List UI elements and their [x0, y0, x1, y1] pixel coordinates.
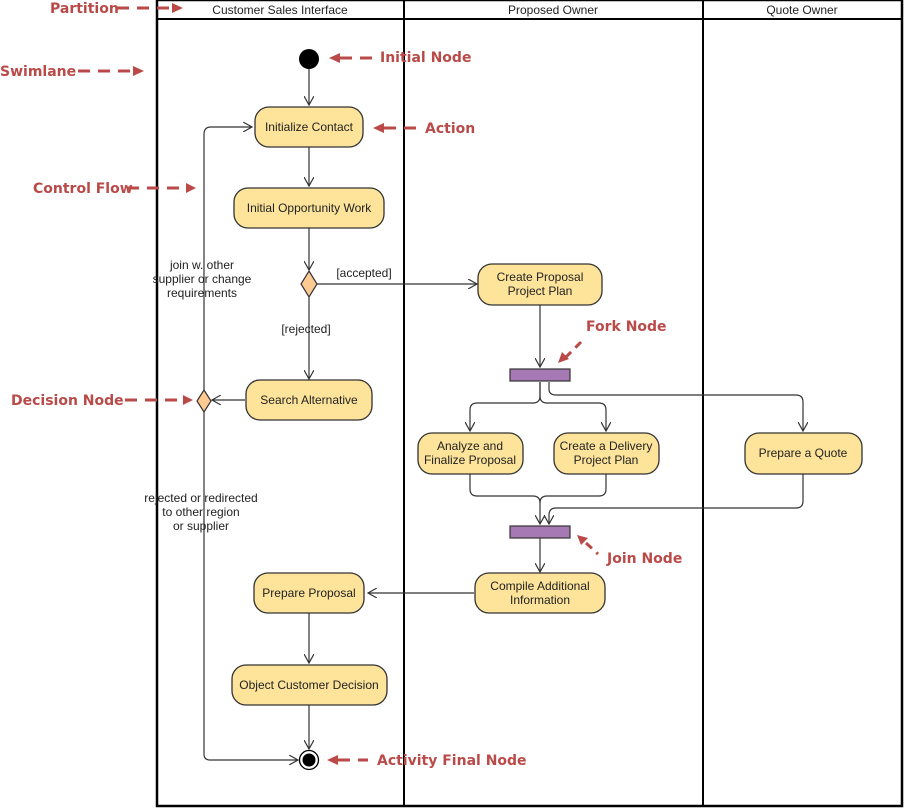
action-object-customer-decision[interactable]: Object Customer Decision	[231, 664, 388, 706]
guard-rejected: [rejected]	[281, 322, 330, 336]
flow-quote-to-join	[549, 474, 804, 524]
annotation-action-label: Action	[425, 121, 475, 137]
activity-final-node[interactable]	[298, 749, 320, 771]
annotation-swimlane: Swimlane	[0, 64, 144, 80]
action-prepare-proposal[interactable]: Prepare Proposal	[253, 572, 365, 614]
annotation-fork-node: Fork Node	[558, 319, 667, 363]
action-label-line2: Project Plan	[508, 284, 573, 298]
activity-diagram: Customer Sales Interface Proposed Owner …	[0, 0, 904, 808]
annotation-swimlane-label: Swimlane	[0, 64, 76, 80]
annotation-arrow-head-icon	[373, 123, 384, 133]
fork-node[interactable]	[509, 368, 571, 382]
partition-title-quote-owner: Quote Owner	[766, 3, 837, 17]
action-label-line2: Finalize Proposal	[424, 453, 516, 467]
action-initial-opportunity-work[interactable]: Initial Opportunity Work	[233, 187, 385, 229]
annotation-activity-final-node-label: Activity Final Node	[377, 753, 527, 769]
action-label: Prepare Proposal	[262, 586, 355, 600]
action-label: Initialize Contact	[265, 120, 354, 134]
annotation-initial-node: Initial Node	[329, 50, 471, 66]
annotation-join-node-label: Join Node	[606, 551, 682, 567]
guard-rejected-redirected-line1: rejected or redirected	[144, 491, 257, 505]
initial-node[interactable]	[299, 49, 319, 69]
guard-accepted: [accepted]	[336, 266, 391, 280]
annotation-control-flow-label: Control Flow	[33, 181, 133, 197]
annotation-arrow-head-icon	[172, 3, 183, 13]
action-create-proposal-plan[interactable]: Create Proposal Project Plan	[477, 263, 603, 306]
annotation-action: Action	[373, 121, 475, 137]
annotation-arrow-head-icon	[183, 395, 193, 405]
guard-rejected-redirected-line2: to other region	[162, 505, 239, 519]
annotation-initial-node-label: Initial Node	[380, 50, 471, 66]
action-analyze-finalize-proposal[interactable]: Analyze and Finalize Proposal	[417, 432, 524, 475]
action-search-alternative[interactable]: Search Alternative	[245, 379, 373, 421]
action-label-line1: Create Proposal	[497, 270, 584, 284]
decision-node-alternative[interactable]	[196, 388, 212, 414]
guard-join-other-line3: requirements	[167, 286, 237, 300]
partition-title-customer: Customer Sales Interface	[212, 3, 348, 17]
action-label-line2: Information	[510, 593, 570, 607]
flow-fork-to-delivery	[539, 382, 606, 431]
annotation-join-node: Join Node	[577, 535, 682, 567]
annotation-control-flow: Control Flow	[33, 181, 196, 197]
action-label: Search Alternative	[260, 393, 358, 407]
partition-title-proposed-owner: Proposed Owner	[508, 3, 598, 17]
guard-join-other-line1: join w. other	[169, 258, 234, 272]
action-compile-additional-information[interactable]: Compile Additional Information	[474, 572, 606, 614]
flow-analyze-to-join	[469, 474, 540, 524]
annotation-partition: Partition	[50, 1, 183, 17]
annotation-arrow-head-icon	[327, 755, 338, 765]
annotation-partition-label: Partition	[50, 1, 119, 17]
annotation-fork-node-label: Fork Node	[586, 319, 667, 335]
join-node[interactable]	[509, 525, 571, 539]
action-label-line1: Analyze and	[437, 439, 503, 453]
guard-join-other-line2: supplier or change	[153, 272, 252, 286]
flow-delivery-to-join	[539, 474, 607, 504]
flow-fork-to-analyze	[470, 382, 541, 431]
action-initialize-contact[interactable]: Initialize Contact	[254, 106, 364, 148]
action-label-line1: Compile Additional	[490, 579, 589, 593]
action-label: Initial Opportunity Work	[247, 201, 372, 215]
action-label: Object Customer Decision	[239, 678, 378, 692]
action-label: Prepare a Quote	[759, 446, 848, 460]
action-create-delivery-plan[interactable]: Create a Delivery Project Plan	[553, 432, 660, 475]
annotation-arrow-head-icon	[133, 66, 144, 76]
annotation-decision-node-label: Decision Node	[11, 393, 124, 409]
annotation-arrow-head-icon	[186, 183, 196, 193]
annotation-arrow-head-icon	[329, 53, 340, 63]
guard-rejected-redirected-line3: or supplier	[173, 519, 229, 533]
annotation-arrow-line	[584, 541, 600, 556]
action-label-line2: Project Plan	[574, 453, 639, 467]
action-prepare-quote[interactable]: Prepare a Quote	[744, 432, 863, 475]
annotation-arrow-line	[564, 340, 583, 359]
annotation-decision-node: Decision Node	[11, 393, 193, 409]
decision-node-accepted-rejected[interactable]	[300, 269, 318, 299]
flow-fork-to-quote	[548, 382, 803, 431]
annotation-activity-final-node: Activity Final Node	[327, 753, 527, 769]
action-label-line1: Create a Delivery	[560, 439, 653, 453]
